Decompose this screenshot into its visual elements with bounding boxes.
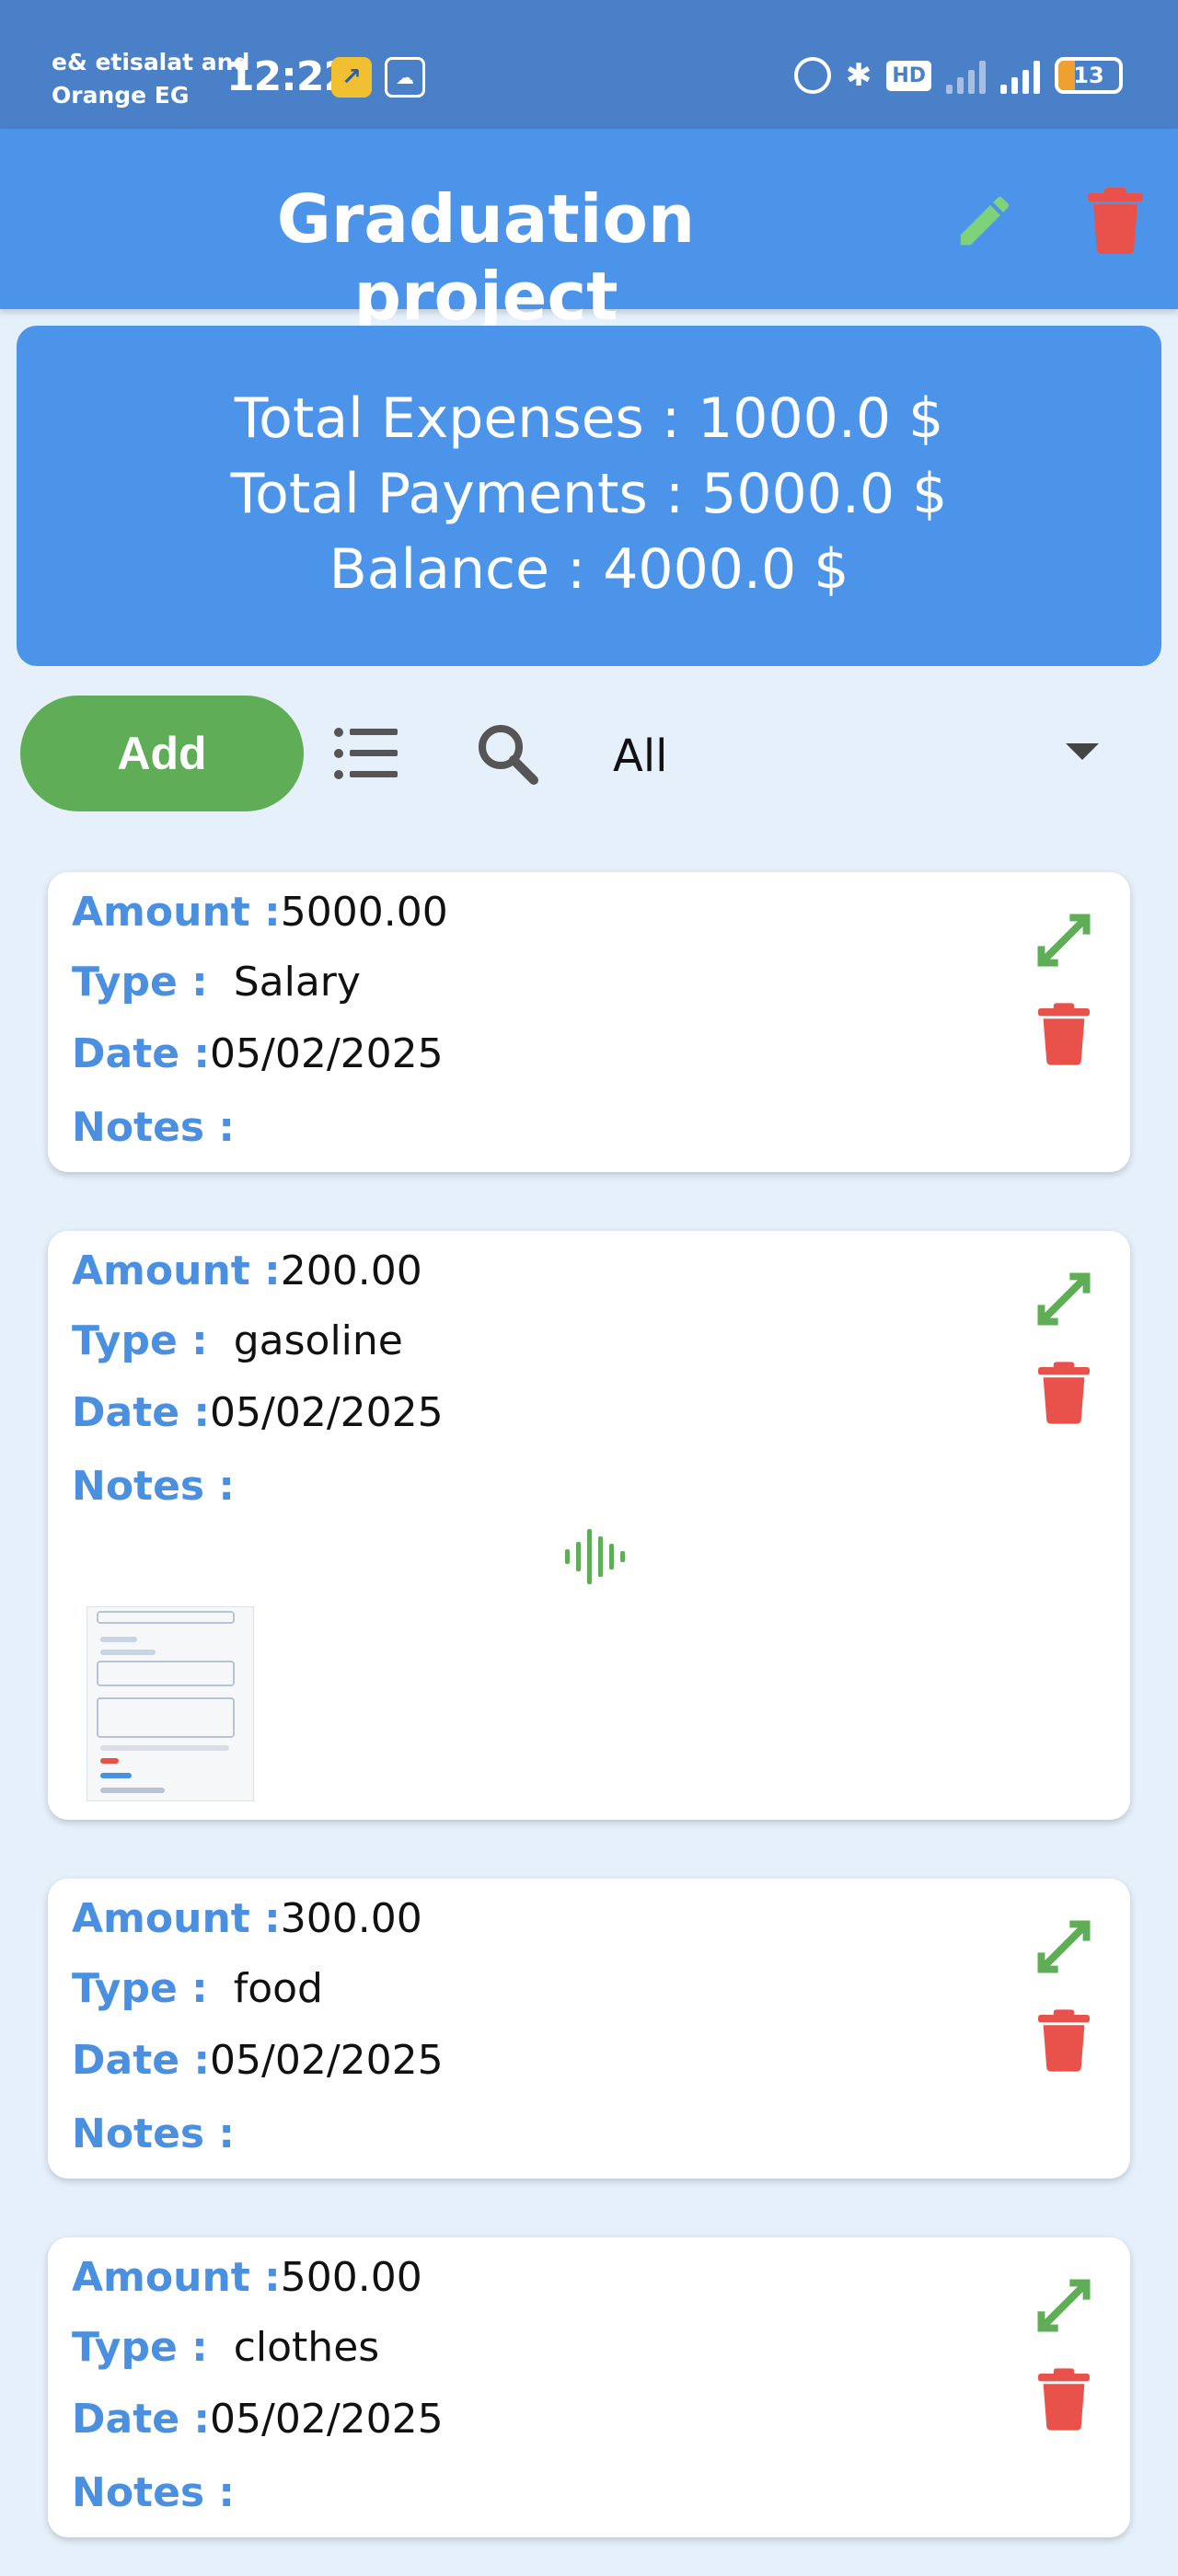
delete-transaction-button[interactable] bbox=[1038, 1001, 1090, 1067]
chevron-down-icon bbox=[1066, 743, 1099, 760]
expand-icon bbox=[1037, 914, 1091, 967]
amount-label: Amount : bbox=[72, 2254, 281, 2301]
expand-button[interactable] bbox=[1029, 905, 1099, 975]
delete-project-button[interactable] bbox=[1079, 184, 1152, 258]
expand-button[interactable] bbox=[1029, 2271, 1099, 2340]
list-view-button[interactable] bbox=[333, 723, 399, 784]
date-value: 05/02/2025 bbox=[210, 1030, 444, 1077]
amount-value: 300.00 bbox=[280, 1895, 422, 1942]
type-value: Salary bbox=[233, 959, 361, 1006]
edit-button[interactable] bbox=[948, 184, 1022, 258]
date-value: 05/02/2025 bbox=[210, 2396, 444, 2443]
signal-icon-sim2 bbox=[1000, 57, 1040, 94]
status-bar: e& etisalat and Orange EG 12:22 ↗ ☁ ✱ HD… bbox=[0, 0, 1178, 129]
summary-card: Total Expenses : 1000.0 $ Total Payments… bbox=[17, 326, 1161, 666]
pencil-icon bbox=[960, 196, 1010, 246]
delete-transaction-button[interactable] bbox=[1038, 2366, 1090, 2432]
list-icon bbox=[334, 728, 398, 779]
signal-icon-sim1 bbox=[946, 57, 986, 94]
hd-voice-icon: HD bbox=[886, 60, 931, 91]
add-button[interactable]: Add bbox=[20, 696, 304, 811]
trash-icon bbox=[1038, 2368, 1090, 2431]
cloud-notification-icon: ☁ bbox=[385, 57, 425, 98]
bluetooth-icon: ✱ bbox=[845, 57, 872, 94]
total-payments: Total Payments : 5000.0 $ bbox=[230, 462, 948, 526]
type-value: gasoline bbox=[233, 1317, 403, 1364]
filter-selected-value: All bbox=[613, 730, 668, 782]
date-label: Date : bbox=[72, 2037, 211, 2084]
type-label: Type : bbox=[72, 959, 208, 1006]
notes-label: Notes : bbox=[72, 1463, 236, 1510]
battery-icon: 13 bbox=[1055, 57, 1123, 94]
voice-note-button[interactable] bbox=[563, 1525, 626, 1588]
date-label: Date : bbox=[72, 1389, 211, 1436]
total-expenses: Total Expenses : 1000.0 $ bbox=[234, 386, 944, 451]
amount-value: 200.00 bbox=[280, 1248, 422, 1294]
type-label: Type : bbox=[72, 1965, 208, 2012]
amount-label: Amount : bbox=[72, 1248, 281, 1294]
page-title: Graduation project bbox=[276, 180, 696, 335]
delete-transaction-button[interactable] bbox=[1038, 2007, 1090, 2074]
notes-label: Notes : bbox=[72, 2110, 236, 2157]
transaction-card[interactable]: Amount :300.00 Type : food Date :05/02/2… bbox=[48, 1879, 1130, 2179]
transaction-card[interactable]: Amount :5000.00 Type : Salary Date :05/0… bbox=[48, 872, 1130, 1172]
trash-icon bbox=[1038, 1003, 1090, 1065]
carrier-label: e& etisalat and Orange EG bbox=[52, 49, 250, 109]
expand-button[interactable] bbox=[1029, 1264, 1099, 1334]
date-label: Date : bbox=[72, 2396, 211, 2443]
amount-label: Amount : bbox=[72, 889, 281, 936]
type-filter-dropdown[interactable]: All bbox=[607, 718, 1123, 791]
expand-icon bbox=[1037, 2279, 1091, 2332]
trash-icon bbox=[1038, 2009, 1090, 2072]
type-value: food bbox=[233, 1965, 323, 2012]
attachment-thumbnail[interactable] bbox=[87, 1606, 254, 1801]
date-label: Date : bbox=[72, 1030, 211, 1077]
type-label: Type : bbox=[72, 1317, 208, 1364]
notes-label: Notes : bbox=[72, 2469, 236, 2516]
transaction-card[interactable]: Amount :200.00 Type : gasoline Date :05/… bbox=[48, 1231, 1130, 1820]
transaction-card[interactable]: Amount :500.00 Type : clothes Date :05/0… bbox=[48, 2237, 1130, 2537]
notes-label: Notes : bbox=[72, 1104, 236, 1151]
expand-button[interactable] bbox=[1029, 1912, 1099, 1982]
audio-wave-icon bbox=[565, 1529, 625, 1584]
expand-icon bbox=[1037, 1920, 1091, 1973]
expand-icon bbox=[1037, 1272, 1091, 1326]
delete-transaction-button[interactable] bbox=[1038, 1360, 1090, 1426]
alarm-icon bbox=[793, 57, 831, 94]
trash-icon bbox=[1038, 1362, 1090, 1424]
search-icon bbox=[479, 725, 538, 785]
type-value: clothes bbox=[233, 2324, 380, 2371]
amount-value: 5000.00 bbox=[280, 889, 448, 936]
trash-icon bbox=[1088, 188, 1143, 254]
amount-value: 500.00 bbox=[280, 2254, 422, 2301]
search-button[interactable] bbox=[471, 718, 545, 791]
app-notification-icon: ↗ bbox=[331, 57, 372, 98]
date-value: 05/02/2025 bbox=[210, 2037, 444, 2084]
balance: Balance : 4000.0 $ bbox=[329, 537, 849, 602]
date-value: 05/02/2025 bbox=[210, 1389, 444, 1436]
amount-label: Amount : bbox=[72, 1895, 281, 1942]
type-label: Type : bbox=[72, 2324, 208, 2371]
